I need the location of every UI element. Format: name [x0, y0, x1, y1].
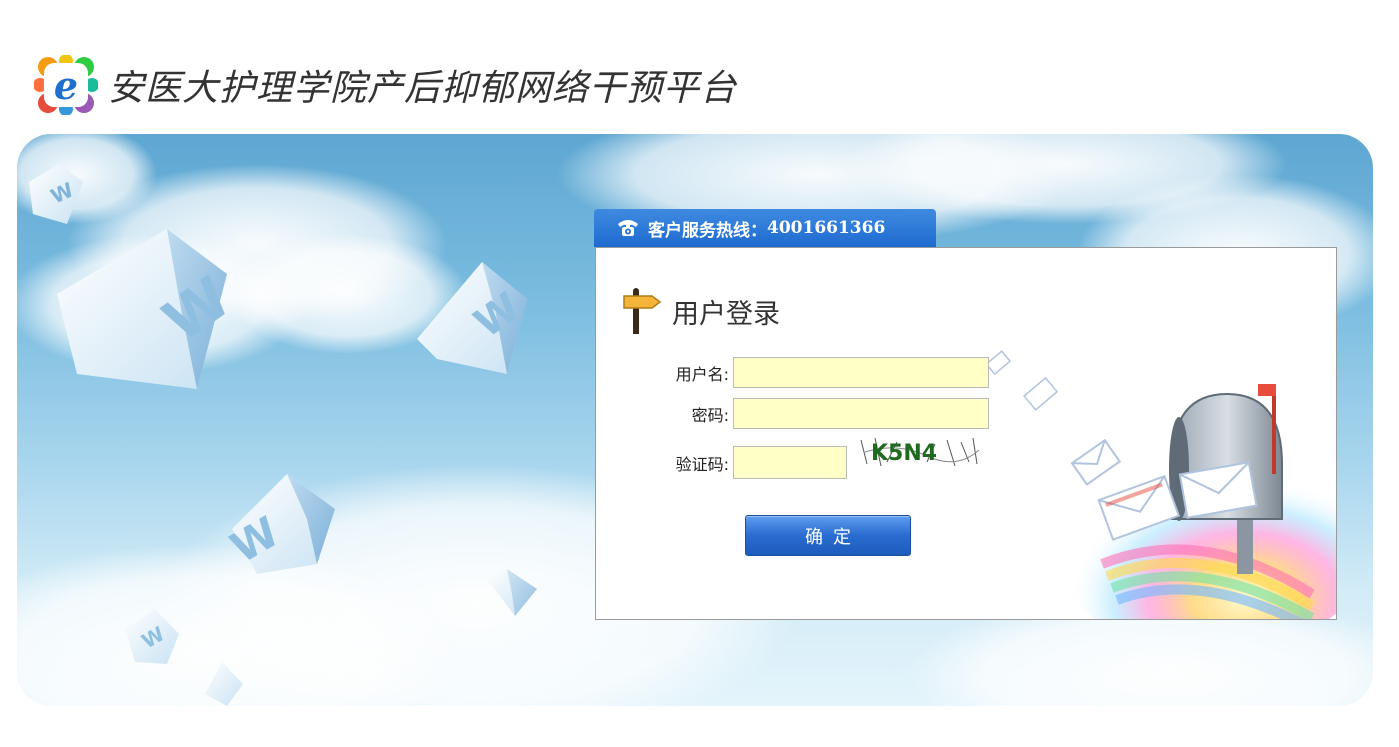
password-input[interactable] — [733, 398, 989, 429]
telephone-icon — [616, 217, 640, 239]
username-label: 用户名: — [675, 364, 729, 384]
mailbox-envelopes-illustration — [982, 344, 1336, 619]
site-header: e 安医大护理学院产后抑郁网络干预平台 — [33, 54, 738, 116]
captcha-image[interactable]: K5N4 — [857, 431, 983, 472]
svg-text:e: e — [54, 63, 78, 108]
login-page: e 安医大护理学院产后抑郁网络干预平台 W W W W W 客户服务热线： 40… — [0, 0, 1399, 747]
login-panel: 用户登录 用户名: 密码: 验证码: K5N4 确定 — [595, 247, 1337, 620]
username-row: 用户名: — [601, 357, 989, 388]
login-title: 用户登录 — [672, 298, 780, 330]
password-label: 密码: — [691, 405, 729, 425]
signpost-icon — [622, 288, 662, 334]
captcha-text: K5N4 — [871, 441, 937, 466]
password-row: 密码: — [601, 398, 989, 429]
hotline-tab: 客户服务热线： 4001661366 — [594, 209, 936, 247]
username-input[interactable] — [733, 357, 989, 388]
captcha-input[interactable] — [733, 446, 847, 479]
submit-button[interactable]: 确定 — [745, 515, 911, 556]
hotline-number: 4001661366 — [767, 218, 886, 238]
site-title: 安医大护理学院产后抑郁网络干预平台 — [108, 68, 738, 109]
captcha-label: 验证码: — [675, 454, 729, 474]
captcha-row: 验证码: K5N4 — [601, 431, 983, 479]
hotline-label: 客户服务热线： — [648, 220, 767, 241]
ie-e-logo-icon: e — [33, 54, 99, 116]
login-title-group: 用户登录 — [622, 288, 780, 334]
